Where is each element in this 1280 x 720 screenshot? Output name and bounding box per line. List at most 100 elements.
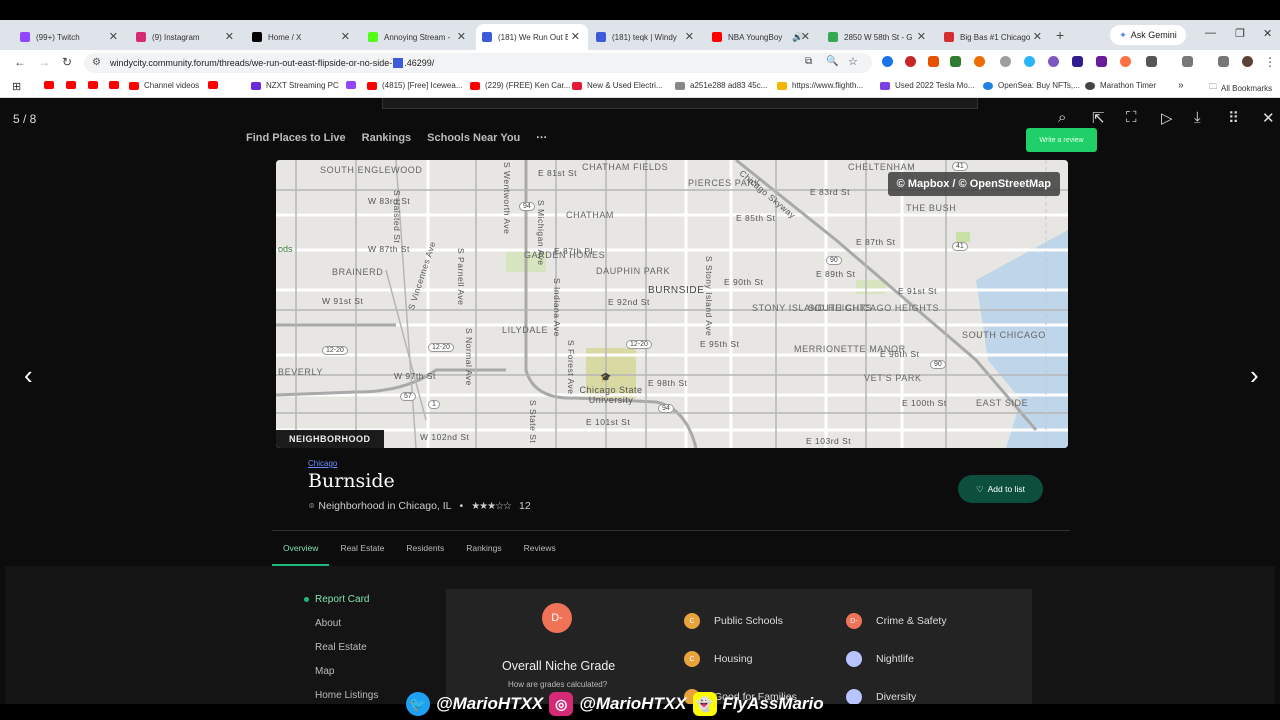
bookmark-item[interactable]: New & Used Electri... — [572, 81, 663, 90]
restore-button[interactable]: ❐ — [1235, 27, 1245, 40]
write-review-button[interactable]: Write a review — [1026, 128, 1097, 152]
media-icon[interactable] — [1218, 56, 1229, 67]
sidebar-item-about[interactable]: About — [315, 618, 341, 629]
extension-icon[interactable] — [1000, 56, 1011, 67]
close-tab-icon[interactable]: ✕ — [341, 30, 350, 43]
extension-icon[interactable] — [1096, 56, 1107, 67]
map-attribution[interactable]: © Mapbox / © OpenStreetMap — [887, 172, 1060, 196]
bookmark-item[interactable]: https://www.flighth... — [777, 81, 863, 90]
sidebar-item-home-listings[interactable]: Home Listings — [315, 690, 378, 701]
close-tab-icon[interactable]: ✕ — [571, 30, 580, 43]
tab-rankings[interactable]: Rankings — [455, 538, 512, 566]
tab-x[interactable]: Home / X ✕ — [246, 24, 358, 50]
more-bookmarks-icon[interactable]: » — [1178, 80, 1184, 91]
more-dots-icon[interactable]: ··· — [536, 132, 547, 144]
bookmark-item[interactable] — [208, 81, 223, 89]
extension-icon[interactable] — [1120, 56, 1131, 67]
apps-grid-icon[interactable]: ⊞ — [12, 80, 21, 93]
bookmark-item[interactable]: Used 2022 Tesla Mo... — [880, 81, 974, 90]
back-button[interactable]: ← — [14, 55, 26, 69]
reload-button[interactable]: ↻ — [62, 55, 72, 69]
nav-rankings[interactable]: Rankings — [362, 132, 412, 144]
bookmark-item[interactable]: OpenSea: Buy NFTs,... — [983, 81, 1080, 90]
bookmark-item[interactable]: NZXT Streaming PC — [251, 81, 339, 90]
fullscreen-icon[interactable]: ⛶ — [1126, 109, 1137, 126]
city-link[interactable]: Chicago — [308, 459, 337, 468]
extension-icon[interactable] — [1072, 56, 1083, 67]
close-tab-icon[interactable]: ✕ — [1033, 30, 1042, 43]
bookmark-item[interactable] — [66, 81, 81, 89]
forward-button[interactable]: → — [38, 55, 50, 69]
tab-youtube[interactable]: NBA YoungBoy 🔊 ✕ — [706, 24, 818, 50]
close-tab-icon[interactable]: ✕ — [917, 30, 926, 43]
grade-nightlife[interactable]: Nightlife — [846, 651, 914, 667]
close-tab-icon[interactable]: ✕ — [685, 30, 694, 43]
tab-residents[interactable]: Residents — [395, 538, 455, 566]
bookmark-star-icon[interactable]: ☆ — [848, 55, 858, 68]
bookmark-item[interactable]: (229) (FREE) Ken Car... — [470, 81, 570, 90]
site-info-icon[interactable]: ⚙ — [92, 57, 101, 68]
install-app-icon[interactable]: ⧉ — [805, 56, 812, 67]
tab-real-estate[interactable]: Real Estate — [329, 538, 395, 566]
how-grades-calculated-link[interactable]: How are grades calculated? — [508, 680, 607, 689]
next-image-arrow[interactable]: › — [1250, 360, 1259, 391]
tab-bigbas[interactable]: Big Bas #1 Chicago ✕ — [938, 24, 1050, 50]
zoom-icon[interactable]: 🔍 — [826, 56, 838, 67]
add-to-list-button[interactable]: ♡ Add to list — [958, 475, 1043, 503]
nav-schools-near-you[interactable]: Schools Near You — [427, 132, 520, 144]
sidebar-item-real-estate[interactable]: Real Estate — [315, 642, 367, 653]
all-bookmarks-folder[interactable]: 🗀 All Bookmarks — [1209, 81, 1272, 95]
profile-avatar[interactable] — [1242, 56, 1253, 67]
menu-kebab-icon[interactable]: ⋮ — [1264, 55, 1276, 69]
tab-instagram[interactable]: (9) Instagram ✕ — [130, 24, 242, 50]
extension-icon[interactable] — [928, 56, 939, 67]
bookmark-item[interactable]: Marathon Timer — [1085, 81, 1156, 90]
bookmark-item[interactable]: (4815) [Free] Icewea... — [367, 81, 462, 90]
extensions-puzzle-icon[interactable] — [1146, 56, 1157, 67]
bookmark-item[interactable] — [44, 81, 59, 89]
grade-diversity[interactable]: Diversity — [846, 689, 916, 704]
close-tab-icon[interactable]: ✕ — [109, 30, 118, 43]
bookmark-item[interactable]: Channel videos — [129, 81, 199, 90]
bookmark-item[interactable] — [88, 81, 103, 89]
extension-icon[interactable] — [950, 56, 961, 67]
extension-icon[interactable] — [1024, 56, 1035, 67]
extension-icon[interactable] — [974, 56, 985, 67]
close-tab-icon[interactable]: ✕ — [457, 30, 466, 43]
tab-maps[interactable]: 2850 W 58th St - G ✕ — [822, 24, 934, 50]
open-external-icon[interactable]: ⇱ — [1092, 109, 1105, 127]
extension-icon[interactable] — [882, 56, 893, 67]
close-viewer-icon[interactable]: ✕ — [1262, 109, 1275, 127]
previous-image-arrow[interactable]: ‹ — [24, 360, 33, 391]
tab-overview[interactable]: Overview — [272, 538, 330, 566]
thumbnails-grid-icon[interactable]: ⠿ — [1228, 109, 1239, 127]
tab-forum-2[interactable]: (181) teqk | Windy ✕ — [590, 24, 702, 50]
play-slideshow-icon[interactable]: ▷ — [1161, 109, 1173, 127]
bookmark-item[interactable] — [346, 81, 361, 89]
grade-crime-safety[interactable]: D- Crime & Safety — [846, 613, 947, 629]
tab-kick[interactable]: Annoying Stream - ✕ — [362, 24, 474, 50]
close-tab-icon[interactable]: ✕ — [225, 30, 234, 43]
close-tab-icon[interactable]: ✕ — [801, 30, 810, 43]
tab-twitch[interactable]: (99+) Twitch ✕ — [14, 24, 126, 50]
extension-icon[interactable] — [1048, 56, 1059, 67]
grade-public-schools[interactable]: C Public Schools — [684, 613, 783, 629]
grade-housing[interactable]: C Housing — [684, 651, 753, 667]
extension-icon[interactable] — [905, 56, 916, 67]
side-panel-icon[interactable] — [1182, 56, 1193, 67]
neighborhood-map[interactable]: SOUTH ENGLEWOOD CHATHAM FIELDS PIERCES P… — [276, 160, 1068, 448]
sidebar-item-report-card[interactable]: Report Card — [304, 594, 369, 605]
download-icon[interactable]: ⤓ — [1194, 109, 1201, 126]
new-tab-button[interactable]: + — [1056, 27, 1064, 43]
tab-active-forum[interactable]: (181) We Run Out E ✕ — [476, 24, 588, 50]
bookmark-item[interactable]: a251e288 ad83 45c... — [675, 81, 767, 90]
bookmark-item[interactable] — [109, 81, 124, 89]
url-field[interactable]: ⚙ windycity.community.forum/threads/we-r… — [84, 53, 872, 73]
nav-find-places[interactable]: Find Places to Live — [246, 132, 346, 144]
ask-gemini-button[interactable]: ✦ Ask Gemini — [1110, 25, 1186, 45]
tab-reviews[interactable]: Reviews — [513, 538, 567, 566]
zoom-icon[interactable]: ⌕ — [1058, 109, 1066, 126]
star-rating[interactable]: ★★★☆☆ — [471, 501, 512, 512]
sidebar-item-map[interactable]: Map — [315, 666, 334, 677]
minimize-button[interactable]: — — [1205, 27, 1216, 39]
